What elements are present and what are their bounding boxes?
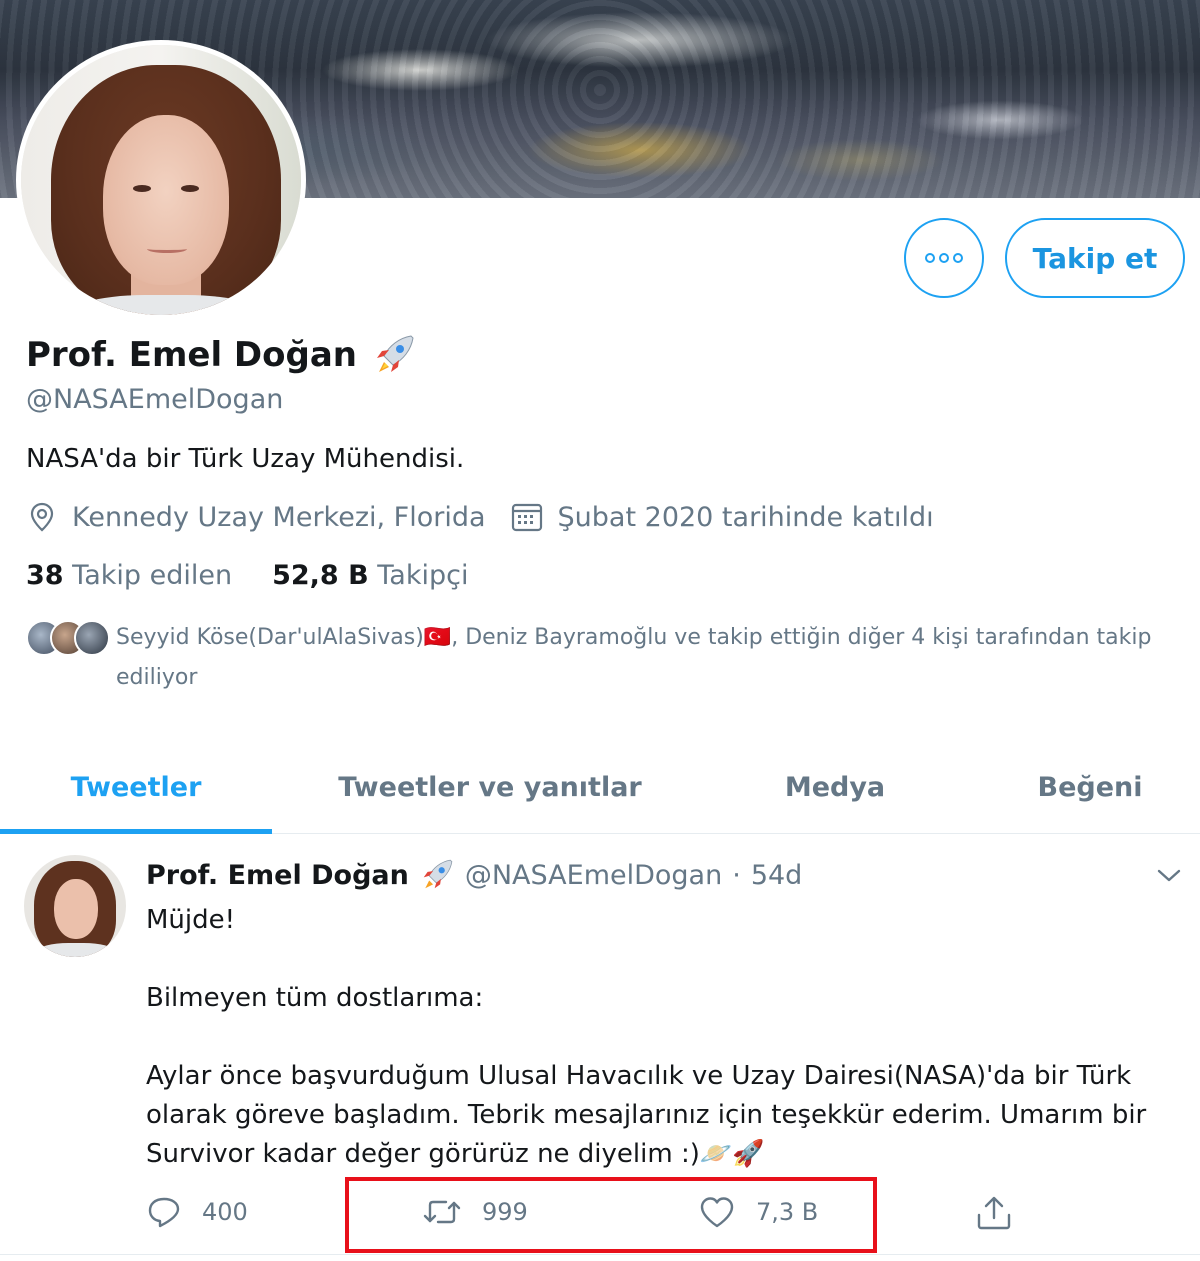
rocket-icon: [377, 335, 414, 372]
profile-name-text: Prof. Emel Doğan: [26, 335, 358, 375]
rocket-icon: [423, 859, 453, 889]
join-date-text: Şubat 2020 tarihinde katıldı: [557, 501, 934, 533]
profile-bio: NASA'da bir Türk Uzay Mühendisi.: [26, 444, 465, 474]
share-icon: [977, 1196, 1011, 1230]
tweet-line: Bilmeyen tüm dostlarıma:: [146, 983, 484, 1013]
profile-stats: 38 Takip edilen 52,8 B Takipçi: [26, 560, 468, 591]
profile-handle: @NASAEmelDogan: [26, 384, 284, 415]
location-text: Kennedy Uzay Merkezi, Florida: [72, 501, 486, 533]
reply-count: 400: [202, 1198, 248, 1226]
tab-media[interactable]: Medya: [740, 740, 930, 834]
profile-meta: Kennedy Uzay Merkezi, Florida Şubat 2020…: [26, 500, 958, 534]
join-date: Şubat 2020 tarihinde katıldı: [510, 500, 934, 534]
share-button[interactable]: [975, 1195, 1013, 1231]
chevron-down-icon[interactable]: [1156, 865, 1182, 885]
profile-tabs: Tweetler Tweetler ve yanıtlar Medya Beğe…: [0, 740, 1200, 834]
tweet-header: Prof. Emel Doğan @NASAEmelDogan · 54d: [146, 857, 802, 893]
profile-avatar[interactable]: [16, 40, 306, 320]
location-pin-icon: [30, 502, 54, 532]
location: Kennedy Uzay Merkezi, Florida: [26, 501, 486, 533]
tweet-timestamp[interactable]: 54d: [751, 860, 803, 891]
followers-link[interactable]: 52,8 B Takipçi: [272, 560, 468, 591]
following-link[interactable]: 38 Takip edilen: [26, 560, 232, 591]
calendar-icon: [511, 503, 542, 532]
followers-you-know-avatars: [26, 618, 116, 658]
reply-icon: [148, 1197, 180, 1228]
profile-name: Prof. Emel Doğan: [26, 332, 417, 378]
tweet-separator: ·: [732, 859, 741, 891]
followed-by-text: Seyyid Köse(Dar'ulAlaSivas)🇹🇷, Deniz Bay…: [116, 625, 1152, 690]
tab-likes[interactable]: Beğeni: [1000, 740, 1180, 834]
more-icon: [925, 253, 935, 263]
tweet-line: Müjde!: [146, 905, 236, 935]
tab-tweets[interactable]: Tweetler: [0, 740, 272, 834]
tab-tweets-and-replies[interactable]: Tweetler ve yanıtlar: [300, 740, 680, 834]
tweet-avatar[interactable]: [24, 855, 126, 957]
follow-button[interactable]: Takip et: [1005, 218, 1185, 298]
tweet-author-name[interactable]: Prof. Emel Doğan: [146, 860, 409, 891]
highlight-box: [345, 1177, 877, 1253]
tweet-author-handle[interactable]: @NASAEmelDogan: [465, 860, 722, 891]
tweet[interactable]: Prof. Emel Doğan @NASAEmelDogan · 54d Mü…: [0, 835, 1200, 1255]
reply-button[interactable]: 400: [146, 1195, 248, 1229]
followed-by[interactable]: Seyyid Köse(Dar'ulAlaSivas)🇹🇷, Deniz Bay…: [26, 618, 1176, 698]
tweet-line: Aylar önce başvurduğum Ulusal Havacılık …: [146, 1061, 1147, 1169]
tweet-text: Müjde! Bilmeyen tüm dostlarıma: Aylar ön…: [146, 901, 1186, 1174]
more-options-button[interactable]: [904, 218, 984, 298]
